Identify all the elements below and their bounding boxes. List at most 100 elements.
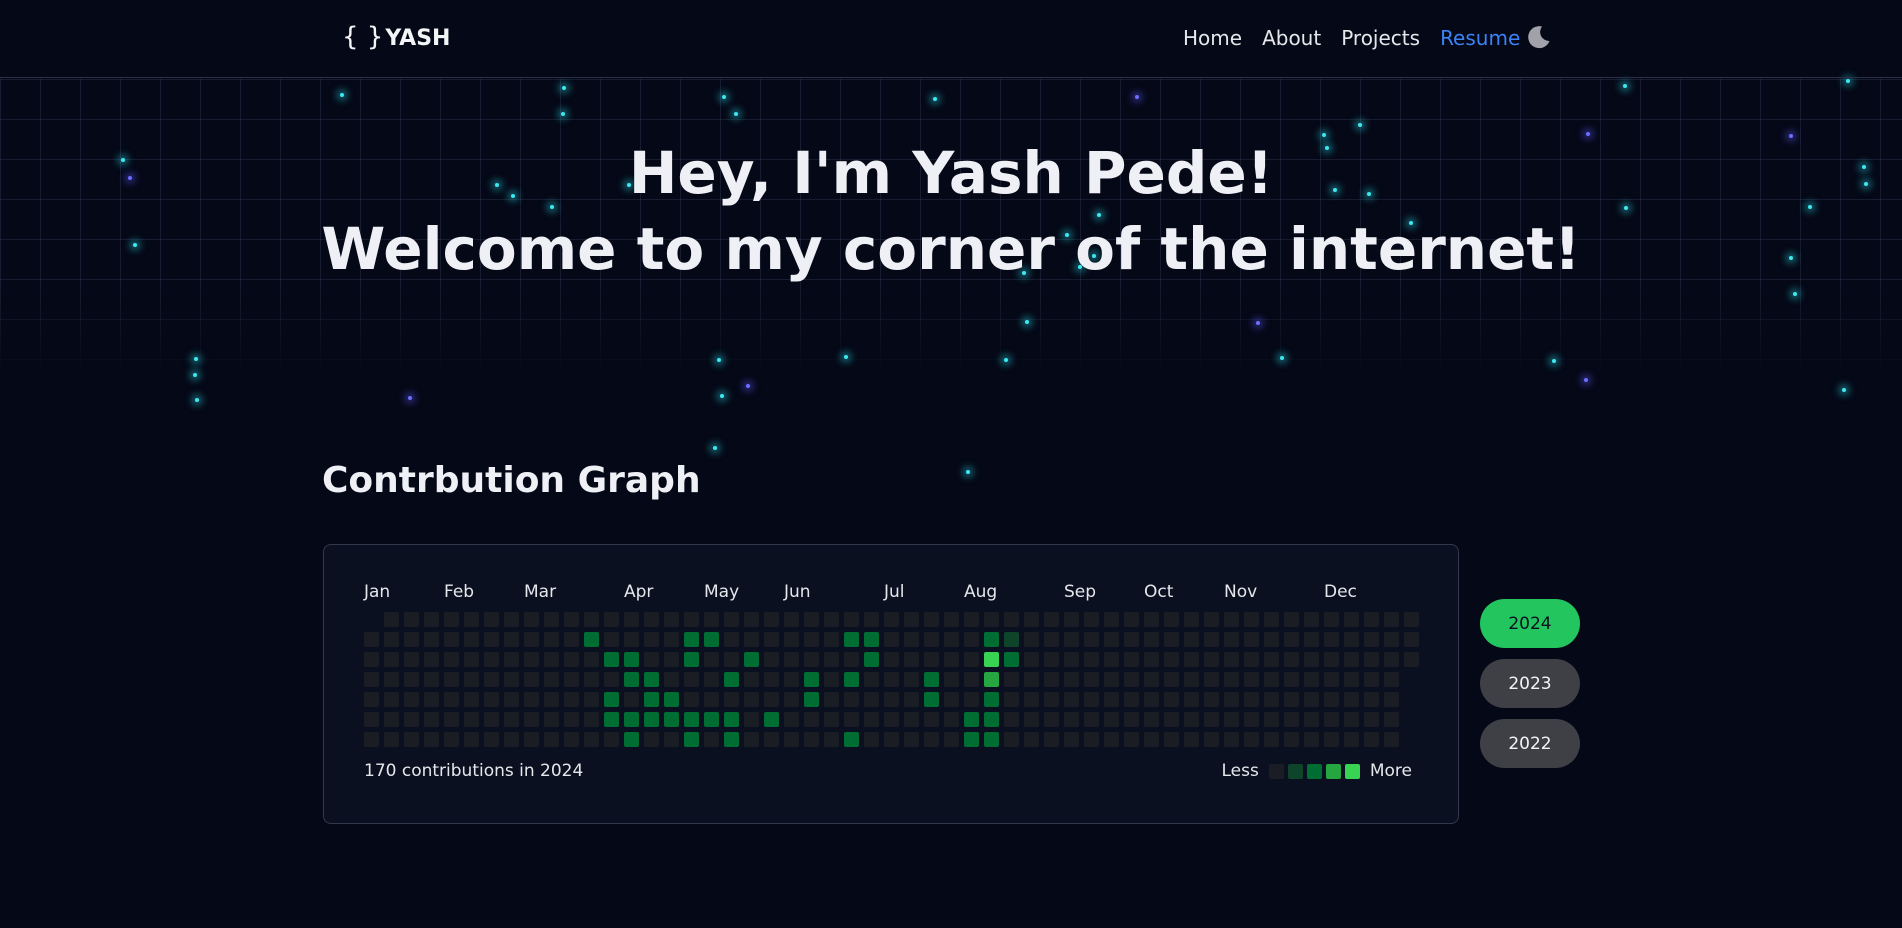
- contribution-day-cell[interactable]: [1084, 692, 1099, 707]
- contribution-day-cell[interactable]: [1004, 732, 1019, 747]
- moon-icon[interactable]: [1526, 24, 1552, 50]
- contribution-day-cell[interactable]: [904, 732, 919, 747]
- contribution-day-cell[interactable]: [644, 612, 659, 627]
- contribution-day-cell[interactable]: [1264, 712, 1279, 727]
- contribution-day-cell[interactable]: [1244, 712, 1259, 727]
- contribution-day-cell[interactable]: [664, 712, 679, 727]
- contribution-day-cell[interactable]: [744, 612, 759, 627]
- contribution-day-cell[interactable]: [1004, 652, 1019, 667]
- contribution-day-cell[interactable]: [1204, 652, 1219, 667]
- contribution-day-cell[interactable]: [884, 692, 899, 707]
- contribution-day-cell[interactable]: [1224, 712, 1239, 727]
- contribution-day-cell[interactable]: [1124, 652, 1139, 667]
- contribution-day-cell[interactable]: [664, 672, 679, 687]
- contribution-day-cell[interactable]: [424, 672, 439, 687]
- contribution-day-cell[interactable]: [564, 612, 579, 627]
- contribution-day-cell[interactable]: [764, 632, 779, 647]
- contribution-day-cell[interactable]: [804, 672, 819, 687]
- contribution-day-cell[interactable]: [1084, 672, 1099, 687]
- nav-link-resume[interactable]: Resume: [1440, 26, 1520, 50]
- contribution-day-cell[interactable]: [904, 612, 919, 627]
- contribution-day-cell[interactable]: [1044, 612, 1059, 627]
- contribution-day-cell[interactable]: [764, 672, 779, 687]
- contribution-day-cell[interactable]: [1144, 612, 1159, 627]
- contribution-day-cell[interactable]: [764, 712, 779, 727]
- contribution-day-cell[interactable]: [1004, 692, 1019, 707]
- contribution-day-cell[interactable]: [1004, 672, 1019, 687]
- contribution-day-cell[interactable]: [804, 712, 819, 727]
- contribution-day-cell[interactable]: [444, 672, 459, 687]
- contribution-day-cell[interactable]: [424, 732, 439, 747]
- contribution-day-cell[interactable]: [964, 672, 979, 687]
- contribution-day-cell[interactable]: [524, 692, 539, 707]
- contribution-day-cell[interactable]: [724, 672, 739, 687]
- contribution-day-cell[interactable]: [384, 632, 399, 647]
- contribution-day-cell[interactable]: [724, 712, 739, 727]
- contribution-day-cell[interactable]: [564, 712, 579, 727]
- contribution-day-cell[interactable]: [684, 632, 699, 647]
- contribution-day-cell[interactable]: [884, 632, 899, 647]
- contribution-day-cell[interactable]: [1364, 712, 1379, 727]
- contribution-day-cell[interactable]: [964, 692, 979, 707]
- contribution-day-cell[interactable]: [664, 652, 679, 667]
- contribution-day-cell[interactable]: [624, 692, 639, 707]
- contribution-day-cell[interactable]: [1384, 632, 1399, 647]
- contribution-day-cell[interactable]: [584, 732, 599, 747]
- contribution-day-cell[interactable]: [1144, 632, 1159, 647]
- contribution-day-cell[interactable]: [1064, 672, 1079, 687]
- contribution-day-cell[interactable]: [1164, 732, 1179, 747]
- contribution-day-cell[interactable]: [684, 672, 699, 687]
- contribution-day-cell[interactable]: [484, 672, 499, 687]
- contribution-day-cell[interactable]: [584, 632, 599, 647]
- contribution-day-cell[interactable]: [924, 692, 939, 707]
- contribution-day-cell[interactable]: [624, 672, 639, 687]
- contribution-day-cell[interactable]: [424, 652, 439, 667]
- contribution-day-cell[interactable]: [564, 652, 579, 667]
- contribution-day-cell[interactable]: [1384, 652, 1399, 667]
- contribution-day-cell[interactable]: [1384, 612, 1399, 627]
- contribution-day-cell[interactable]: [1204, 612, 1219, 627]
- contribution-day-cell[interactable]: [544, 652, 559, 667]
- contribution-day-cell[interactable]: [1124, 712, 1139, 727]
- contribution-day-cell[interactable]: [444, 732, 459, 747]
- contribution-day-cell[interactable]: [464, 672, 479, 687]
- contribution-day-cell[interactable]: [1124, 612, 1139, 627]
- contribution-day-cell[interactable]: [884, 672, 899, 687]
- contribution-day-cell[interactable]: [404, 692, 419, 707]
- contribution-day-cell[interactable]: [384, 692, 399, 707]
- contribution-day-cell[interactable]: [984, 732, 999, 747]
- contribution-day-cell[interactable]: [704, 612, 719, 627]
- contribution-day-cell[interactable]: [1284, 692, 1299, 707]
- contribution-day-cell[interactable]: [964, 632, 979, 647]
- contribution-day-cell[interactable]: [1364, 692, 1379, 707]
- contribution-day-cell[interactable]: [464, 652, 479, 667]
- contribution-day-cell[interactable]: [1104, 632, 1119, 647]
- contribution-day-cell[interactable]: [1384, 732, 1399, 747]
- contribution-day-cell[interactable]: [544, 632, 559, 647]
- contribution-day-cell[interactable]: [1204, 692, 1219, 707]
- contribution-day-cell[interactable]: [444, 632, 459, 647]
- contribution-day-cell[interactable]: [1264, 672, 1279, 687]
- contribution-day-cell[interactable]: [464, 712, 479, 727]
- contribution-day-cell[interactable]: [444, 652, 459, 667]
- contribution-day-cell[interactable]: [844, 612, 859, 627]
- contribution-day-cell[interactable]: [1324, 672, 1339, 687]
- contribution-day-cell[interactable]: [1144, 712, 1159, 727]
- contribution-day-cell[interactable]: [1364, 732, 1379, 747]
- contribution-day-cell[interactable]: [664, 612, 679, 627]
- contribution-day-cell[interactable]: [704, 652, 719, 667]
- contribution-day-cell[interactable]: [1024, 612, 1039, 627]
- contribution-day-cell[interactable]: [404, 652, 419, 667]
- contribution-day-cell[interactable]: [1124, 672, 1139, 687]
- contribution-day-cell[interactable]: [1144, 652, 1159, 667]
- contribution-day-cell[interactable]: [884, 732, 899, 747]
- contribution-day-cell[interactable]: [1064, 732, 1079, 747]
- contribution-day-cell[interactable]: [624, 632, 639, 647]
- contribution-day-cell[interactable]: [1304, 612, 1319, 627]
- contribution-day-cell[interactable]: [764, 692, 779, 707]
- contribution-day-cell[interactable]: [424, 712, 439, 727]
- contribution-day-cell[interactable]: [484, 712, 499, 727]
- contribution-day-cell[interactable]: [824, 692, 839, 707]
- contribution-day-cell[interactable]: [544, 692, 559, 707]
- contribution-day-cell[interactable]: [504, 652, 519, 667]
